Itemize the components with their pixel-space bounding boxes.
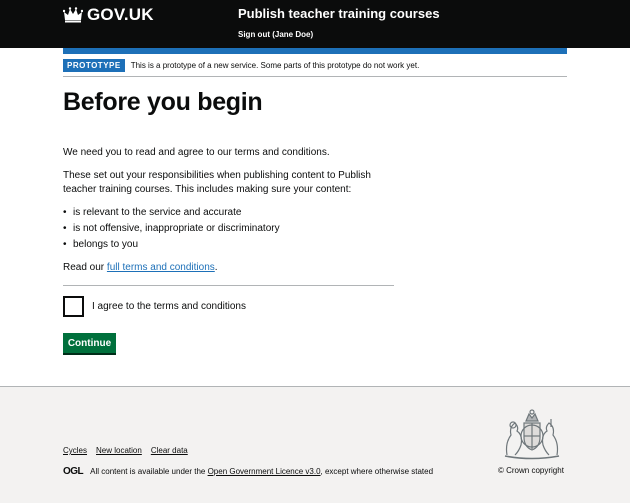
ogl-logo: OGL	[63, 466, 84, 477]
terms-suffix: .	[214, 262, 218, 273]
list-item: belongs to you	[63, 237, 280, 253]
govuk-logo-link[interactable]: GOV.UK	[63, 5, 154, 25]
agree-checkbox-label[interactable]: I agree to the terms and conditions	[92, 301, 246, 312]
site-header: GOV.UK Publish teacher training courses …	[0, 0, 630, 48]
full-terms-link[interactable]: full terms and conditions	[107, 262, 215, 273]
site-footer: Cycles New location Clear data OGL All c…	[0, 386, 630, 503]
footer-links: Cycles New location Clear data	[63, 446, 188, 455]
footer-link-clear-data[interactable]: Clear data	[151, 446, 188, 455]
section-divider	[63, 285, 394, 286]
crown-copyright-link[interactable]: © Crown copyright	[498, 466, 564, 475]
list-item: is not offensive, inappropriate or discr…	[63, 221, 280, 237]
phase-banner-divider	[63, 76, 567, 77]
footer-link-cycles[interactable]: Cycles	[63, 446, 87, 455]
responsibilities-text: These set out your responsibilities when…	[63, 170, 371, 195]
content-requirements-list: is relevant to the service and accurate …	[63, 205, 280, 253]
royal-coat-of-arms-icon	[504, 409, 560, 460]
terms-paragraph: Read our full terms and conditions.	[63, 261, 218, 275]
licence-info: OGL All content is available under the O…	[63, 466, 433, 477]
ogl-licence-link[interactable]: Open Government Licence v3.0	[208, 467, 321, 476]
service-name-link[interactable]: Publish teacher training courses	[238, 6, 440, 21]
terms-prefix: Read our	[63, 262, 107, 273]
intro-text: We need you to read and agree to our ter…	[63, 147, 330, 158]
page-title: Before you begin	[63, 88, 263, 116]
continue-button[interactable]: Continue	[63, 333, 116, 353]
header-blue-bar	[63, 48, 567, 54]
phase-banner: PROTOTYPE This is a prototype of a new s…	[63, 59, 419, 72]
agree-checkbox[interactable]	[63, 296, 84, 317]
licence-text: All content is available under the Open …	[90, 467, 433, 476]
phase-banner-text: This is a prototype of a new service. So…	[130, 61, 420, 70]
crown-icon	[63, 7, 83, 23]
licence-suffix: , except where otherwise stated	[320, 467, 434, 476]
licence-prefix: All content is available under the	[90, 467, 208, 476]
footer-link-new-location[interactable]: New location	[96, 446, 142, 455]
logo-text: GOV.UK	[87, 5, 154, 24]
phase-tag: PROTOTYPE	[63, 59, 125, 72]
list-item: is relevant to the service and accurate	[63, 205, 280, 221]
sign-out-link[interactable]: Sign out (Jane Doe)	[238, 30, 313, 39]
